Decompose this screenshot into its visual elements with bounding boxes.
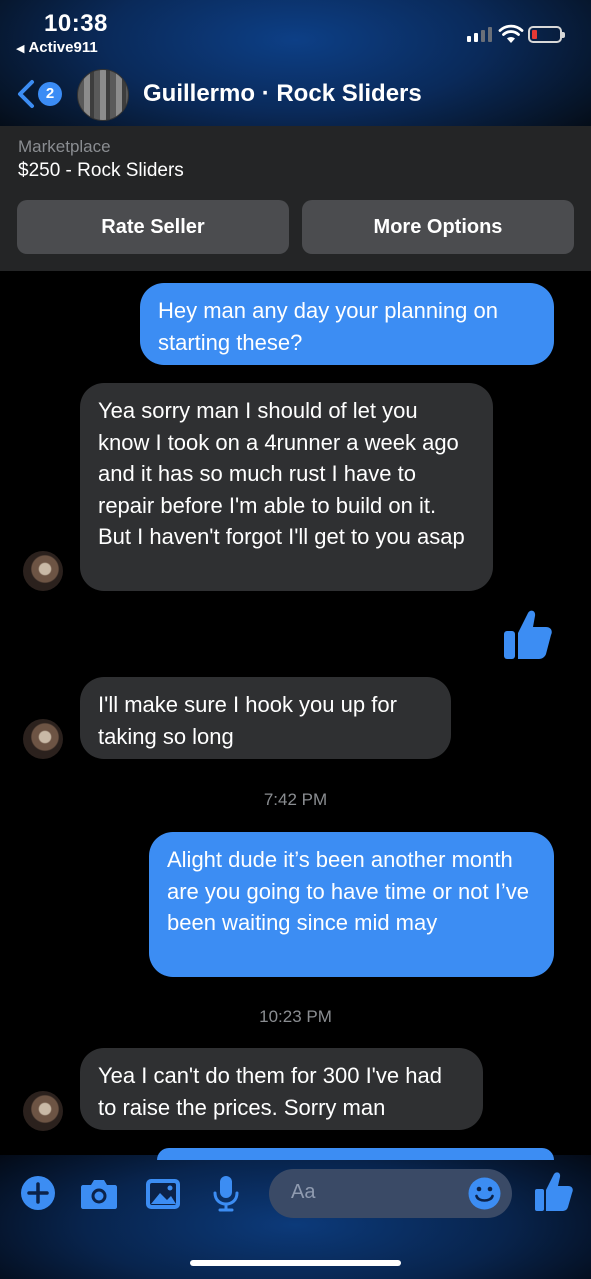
outgoing-message-partial[interactable] <box>157 1148 554 1160</box>
marketplace-label: Marketplace <box>18 137 111 156</box>
incoming-message[interactable]: I'll make sure I hook you up for taking … <box>80 677 451 759</box>
home-indicator[interactable] <box>190 1260 401 1266</box>
back-triangle-icon: ◀ <box>16 43 25 55</box>
header-region: 10:38 ◀ Active911 2 Guillermo · Rock Slid… <box>0 0 591 126</box>
sender-avatar[interactable] <box>23 551 63 591</box>
plus-icon[interactable] <box>18 1171 58 1215</box>
incoming-message[interactable]: Yea sorry man I should of let you know I… <box>80 383 493 591</box>
status-time: 10:38 <box>44 10 108 37</box>
thumbs-up-icon[interactable] <box>502 607 554 661</box>
rate-seller-button[interactable]: Rate Seller <box>17 200 289 254</box>
sender-avatar[interactable] <box>23 1091 63 1131</box>
incoming-message[interactable]: Yea I can't do them for 300 I've had to … <box>80 1048 483 1130</box>
timestamp: 10:23 PM <box>259 1007 332 1026</box>
camera-icon[interactable] <box>79 1171 119 1215</box>
send-like-button[interactable] <box>534 1170 574 1212</box>
microphone-icon[interactable] <box>206 1171 246 1215</box>
photo-icon[interactable] <box>143 1171 183 1215</box>
thread-title[interactable]: Guillermo · Rock Sliders <box>143 80 422 108</box>
outgoing-message[interactable]: Hey man any day your planning on startin… <box>140 283 554 365</box>
cellular-signal-icon <box>467 26 492 42</box>
sender-avatar[interactable] <box>23 719 63 759</box>
message-input-placeholder: Aa <box>291 1181 316 1203</box>
timestamp: 7:42 PM <box>263 790 328 809</box>
more-options-button[interactable]: More Options <box>302 200 574 254</box>
back-to-app-link[interactable]: ◀ Active911 <box>16 39 98 56</box>
wifi-icon <box>498 24 524 43</box>
emoji-icon[interactable] <box>467 1176 502 1211</box>
battery-icon <box>528 26 565 43</box>
back-app-label: Active911 <box>28 39 98 56</box>
marketplace-panel: Marketplace $250 - Rock Sliders Rate Sel… <box>0 126 591 271</box>
unread-count-badge[interactable]: 2 <box>38 82 62 106</box>
outgoing-message[interactable]: Alight dude it’s been another month are … <box>149 832 554 977</box>
listing-title[interactable]: $250 - Rock Sliders <box>18 160 184 182</box>
thread-avatar[interactable] <box>77 69 129 121</box>
back-chevron-icon[interactable] <box>14 79 38 109</box>
